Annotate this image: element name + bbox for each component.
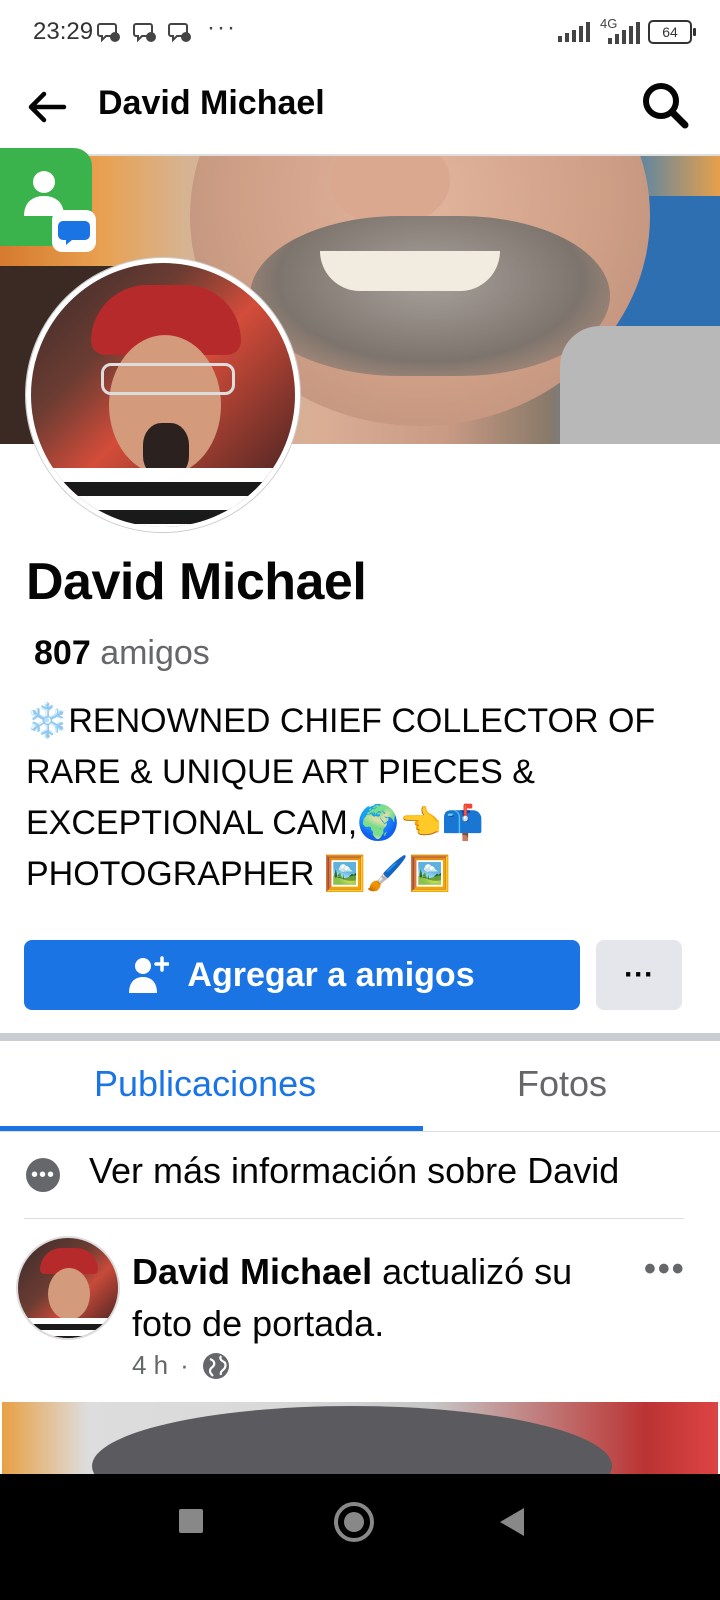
more-info-row[interactable]: ••• Ver más información sobre David [0,1134,720,1218]
post-author-name[interactable]: David Michael [132,1251,372,1292]
messenger-notification-icon [97,23,120,43]
post-options-button[interactable]: ••• [644,1250,686,1289]
messenger-notification-icon [133,23,156,43]
back-nav-icon[interactable] [496,1506,526,1538]
friends-count[interactable]: 807 amigos [34,634,210,673]
section-divider [0,1033,720,1041]
message-bubble-icon [52,210,96,252]
active-tab-indicator [0,1126,423,1131]
back-arrow-icon[interactable] [22,82,72,132]
add-person-icon [129,956,170,993]
more-info-icon: ••• [26,1158,60,1192]
messenger-notification-icon [168,23,191,43]
post-header-text: David Michael actualizó su foto de porta… [132,1246,632,1350]
more-info-text: Ver más información sobre David [89,1150,620,1191]
battery-icon: 64 [648,20,696,44]
post-meta: 4 h · [132,1350,231,1381]
header-title: David Michael [98,84,325,122]
add-friend-button[interactable]: Agregar a amigos [24,940,580,1010]
signal-icon [558,22,590,42]
globe-icon [202,1352,229,1379]
recents-icon[interactable] [179,1509,203,1533]
contacts-message-app-icon[interactable] [0,148,96,252]
more-dots-icon: ··· [624,958,654,991]
status-bar: 23:29 ··· 4G 64 [0,0,720,68]
profile-more-button[interactable]: ··· [596,940,682,1010]
tab-fotos[interactable]: Fotos [517,1063,607,1105]
signal-4g-icon: 4G [598,16,640,44]
battery-level: 64 [662,24,678,40]
meta-separator: · [180,1350,189,1380]
divider [24,1218,684,1219]
search-icon[interactable] [636,76,694,134]
post-author-avatar[interactable] [16,1236,120,1340]
status-icons: 4G 64 [558,16,696,44]
friends-count-number: 807 [34,634,91,672]
profile-tabs: Publicaciones Fotos [0,1041,720,1132]
profile-avatar[interactable] [26,258,300,532]
post-time[interactable]: 4 h [132,1350,168,1381]
profile-bio: ❄️RENOWNED CHIEF COLLECTOR OF RARE & UNI… [26,702,656,893]
tab-publicaciones[interactable]: Publicaciones [94,1063,316,1105]
app-header: David Michael [0,68,720,156]
add-friend-label: Agregar a amigos [187,955,475,994]
friends-count-label: amigos [100,634,210,672]
home-icon[interactable] [334,1502,374,1542]
post-image[interactable] [2,1402,718,1474]
more-notifications-icon: ··· [207,14,237,41]
profile-name: David Michael [26,553,367,611]
status-time: 23:29 [33,18,94,45]
